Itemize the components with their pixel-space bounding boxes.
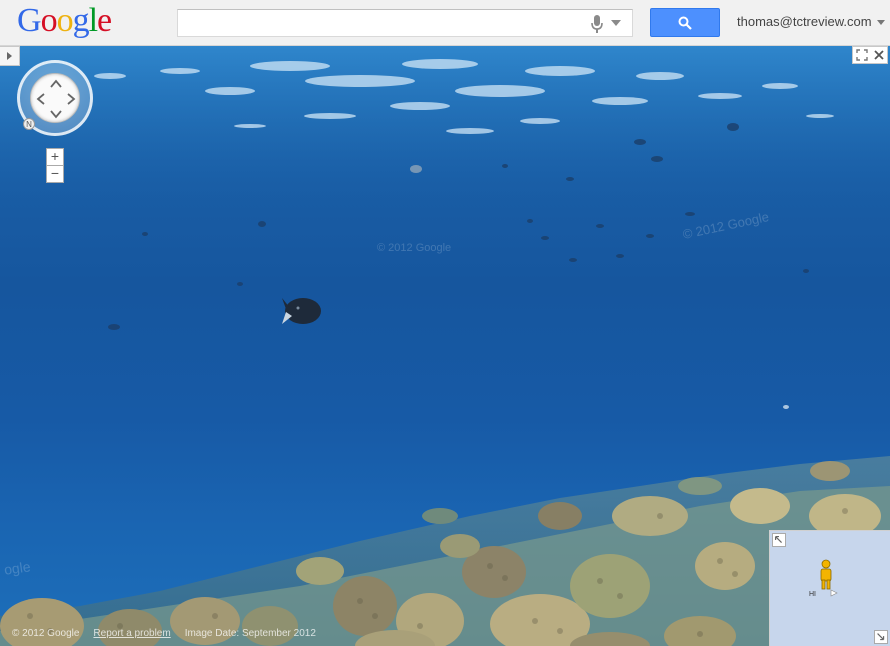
chevron-down-icon <box>876 19 885 25</box>
user-email: thomas@tctreview.com <box>737 14 872 29</box>
chevron-right-icon <box>7 52 12 60</box>
pan-control[interactable]: N <box>17 60 93 136</box>
compass-north-icon[interactable]: N <box>23 118 35 130</box>
search-icon <box>678 16 692 30</box>
resize-map-icon[interactable] <box>874 630 888 644</box>
pan-left-icon[interactable] <box>34 92 48 106</box>
sidebar-toggle-button[interactable] <box>0 46 20 66</box>
street-view-panorama[interactable]: © 2012 Google © 2012 Google ogle N + − ©… <box>0 46 890 646</box>
direction-arrow-icon <box>830 589 838 597</box>
pan-right-icon[interactable] <box>64 92 78 106</box>
overview-map[interactable]: HI <box>769 530 890 646</box>
search-box[interactable] <box>177 9 633 37</box>
pegman-icon[interactable] <box>818 559 834 591</box>
voice-dropdown-icon[interactable] <box>611 20 621 26</box>
copyright-text: © 2012 Google <box>12 628 80 639</box>
copyright-watermark: © 2012 Google <box>377 242 452 254</box>
search-input[interactable] <box>178 10 578 36</box>
fullscreen-icon[interactable] <box>855 48 869 62</box>
panorama-footer: © 2012 Google Report a problem Image Dat… <box>12 628 316 639</box>
close-icon[interactable] <box>872 48 886 62</box>
zoom-in-button[interactable]: + <box>46 148 64 166</box>
microphone-icon[interactable] <box>590 15 604 33</box>
expand-map-icon[interactable] <box>772 533 786 547</box>
search-button[interactable] <box>650 8 720 37</box>
pan-pad <box>30 73 80 123</box>
pan-up-icon[interactable] <box>49 77 63 91</box>
report-problem-link[interactable]: Report a problem <box>93 628 170 639</box>
zoom-out-button[interactable]: − <box>46 165 64 183</box>
view-controls <box>852 46 888 64</box>
fish <box>282 298 321 324</box>
top-bar: Google thomas@tctreview.com <box>0 0 890 46</box>
google-logo[interactable]: Google <box>17 2 112 40</box>
pan-down-icon[interactable] <box>49 107 63 121</box>
map-region-label: HI <box>809 591 816 598</box>
image-date: Image Date: September 2012 <box>184 628 316 639</box>
user-account-menu[interactable]: thomas@tctreview.com <box>737 14 885 29</box>
underwater-scene <box>0 46 890 646</box>
